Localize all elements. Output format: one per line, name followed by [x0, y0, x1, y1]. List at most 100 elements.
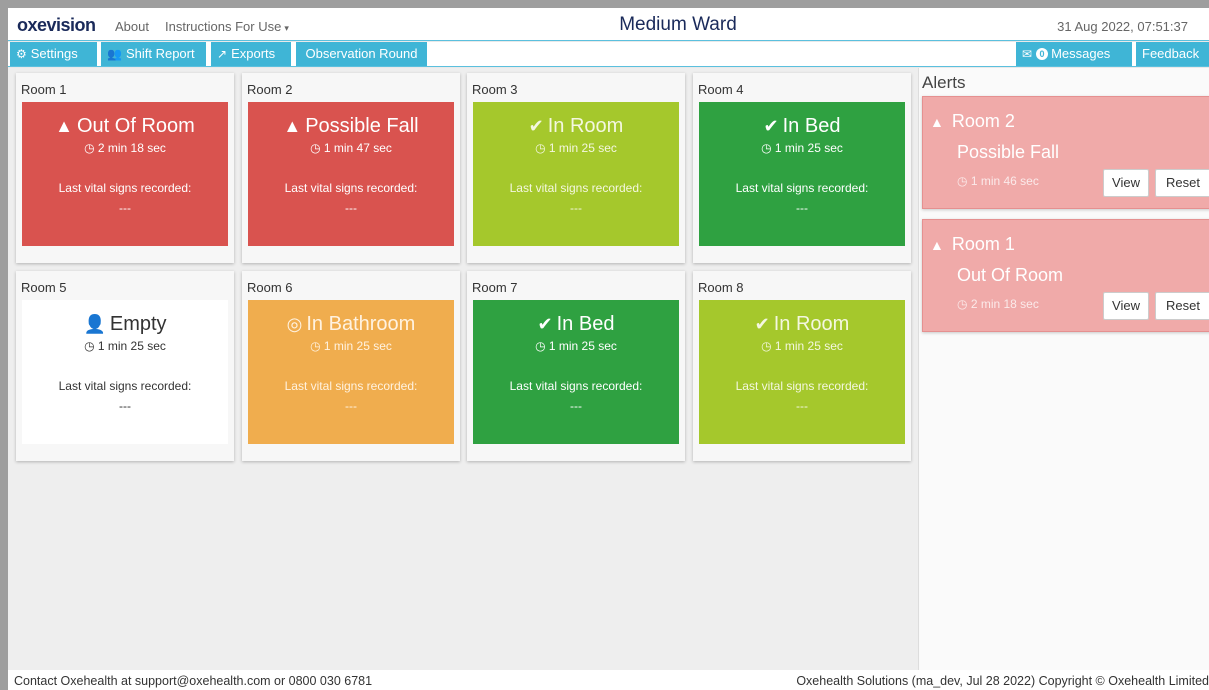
room-status: ◎ In Bathroom [248, 312, 454, 336]
alert-room-label: Room 1 [951, 234, 1015, 254]
room-card[interactable]: Room 4 ✔ In Bed ◷ 1 min 25 sec Last vital… [693, 73, 911, 263]
feedback-label: Feedback [1142, 46, 1200, 61]
check-circle-icon: ✔ [537, 314, 553, 334]
room-duration: ◷ 1 min 25 sec [699, 141, 905, 155]
external-link-icon: ↗ [217, 47, 228, 61]
alert-duration: ◷ 1 min 46 sec [957, 174, 1039, 188]
room-status: ✔ In Room [473, 114, 679, 138]
room-duration-label: 1 min 25 sec [548, 339, 617, 353]
observation-round-button[interactable]: Observation Round [296, 42, 427, 66]
vitals-label: Last vital signs recorded: [735, 379, 869, 393]
room-title: Room 3 [472, 82, 518, 97]
room-duration-label: 2 min 18 sec [97, 141, 166, 155]
room-duration-label: 1 min 25 sec [97, 339, 166, 353]
view-button[interactable]: View [1103, 169, 1149, 197]
room-duration: ◷ 1 min 25 sec [699, 339, 905, 353]
vitals-label: Last vital signs recorded: [509, 379, 643, 393]
alert-duration-label: 1 min 46 sec [970, 174, 1039, 188]
room-duration: ◷ 1 min 25 sec [473, 141, 679, 155]
contact-info: Contact Oxehealth at support@oxehealth.c… [14, 674, 373, 688]
alert-duration-label: 2 min 18 sec [970, 297, 1039, 311]
footer: Contact Oxehealth at support@oxehealth.c… [8, 670, 1209, 690]
room-status-label: In Room [547, 115, 624, 137]
warning-icon: ▲ [930, 114, 944, 130]
room-status-label: In Bed [782, 115, 841, 137]
room-status-label: Out Of Room [77, 115, 195, 137]
user-times-icon: 👤 [83, 314, 106, 334]
warning-icon: ▲ [283, 116, 302, 136]
room-duration: ◷ 1 min 47 sec [248, 141, 454, 155]
oxevision-logo[interactable]: oxevision [17, 15, 96, 36]
clock-icon: ◷ [535, 141, 549, 155]
clock-icon: ◷ [84, 339, 98, 353]
about-link[interactable]: About [115, 19, 149, 34]
room-status-panel: ◎ In Bathroom ◷ 1 min 25 sec Last vital s… [248, 300, 454, 444]
alert-card[interactable]: ▲ Room 1 Out Of Room ◷ 2 min 18 sec View … [922, 219, 1209, 332]
observation-round-label: Observation Round [305, 46, 418, 61]
vitals-label: Last vital signs recorded: [58, 379, 192, 393]
vitals-value: --- [119, 201, 131, 215]
room-status: ✔ In Bed [473, 312, 679, 336]
room-status-label: Empty [109, 313, 167, 335]
header: oxevision About Instructions For Use ▾ Me… [8, 8, 1209, 41]
datetime: 31 Aug 2022, 07:51:37 [1057, 19, 1188, 34]
vitals-value: --- [345, 399, 357, 413]
alert-card[interactable]: ▲ Room 2 Possible Fall ◷ 1 min 46 sec Vie… [922, 96, 1209, 209]
eye-slash-icon: ◎ [286, 314, 303, 334]
room-status-panel: 👤 Empty ◷ 1 min 25 sec Last vital signs r… [22, 300, 228, 444]
room-duration: ◷ 1 min 25 sec [473, 339, 679, 353]
messages-label: Messages [1051, 46, 1111, 61]
vitals-label: Last vital signs recorded: [58, 181, 192, 195]
room-card[interactable]: Room 7 ✔ In Bed ◷ 1 min 25 sec Last vital… [467, 271, 685, 461]
messages-count-badge: 0 [1036, 48, 1049, 60]
room-status-panel: ✔ In Bed ◷ 1 min 25 sec Last vital signs … [699, 102, 905, 246]
room-card[interactable]: Room 1 ▲ Out Of Room ◷ 2 min 18 sec Last … [16, 73, 234, 263]
alert-duration: ◷ 2 min 18 sec [957, 297, 1039, 311]
exports-button[interactable]: ↗ Exports [211, 42, 291, 66]
room-title: Room 5 [21, 280, 67, 295]
shift-report-button[interactable]: 👥 Shift Report [101, 42, 206, 66]
messages-button[interactable]: ✉ 0 Messages [1016, 42, 1132, 66]
exports-label: Exports [231, 46, 276, 61]
room-status-panel: ✔ In Room ◷ 1 min 25 sec Last vital signs… [473, 102, 679, 246]
room-card[interactable]: Room 6 ◎ In Bathroom ◷ 1 min 25 sec Last … [242, 271, 460, 461]
room-title: Room 7 [472, 280, 518, 295]
room-status-panel: ▲ Possible Fall ◷ 1 min 47 sec Last vital… [248, 102, 454, 246]
vitals-value: --- [570, 201, 582, 215]
vitals-value: --- [796, 399, 808, 413]
clock-icon: ◷ [310, 339, 324, 353]
room-card[interactable]: Room 5 👤 Empty ◷ 1 min 25 sec Last vital … [16, 271, 234, 461]
room-card[interactable]: Room 8 ✔ In Room ◷ 1 min 25 sec Last vita… [693, 271, 911, 461]
room-status-label: Possible Fall [305, 115, 419, 137]
reset-button[interactable]: Reset [1155, 292, 1209, 320]
cogs-icon: ⚙ [16, 47, 27, 61]
room-card[interactable]: Room 3 ✔ In Room ◷ 1 min 25 sec Last vita… [467, 73, 685, 263]
vitals-label: Last vital signs recorded: [284, 181, 418, 195]
users-icon: 👥 [107, 47, 122, 61]
settings-button[interactable]: ⚙ Settings [10, 42, 97, 66]
alerts-title: Alerts [922, 73, 966, 92]
instructions-menu[interactable]: Instructions For Use ▾ [165, 19, 289, 34]
room-grid: Room 1 ▲ Out Of Room ◷ 2 min 18 sec Last … [8, 68, 918, 670]
room-card[interactable]: Room 2 ▲ Possible Fall ◷ 1 min 47 sec Las… [242, 73, 460, 263]
check-circle-icon: ✔ [754, 314, 770, 334]
room-status: ✔ In Bed [699, 114, 905, 138]
alert-room-label: Room 2 [951, 111, 1015, 131]
clock-icon: ◷ [535, 339, 549, 353]
caret-down-icon: ▾ [284, 23, 289, 33]
shift-report-label: Shift Report [125, 46, 195, 61]
vitals-value: --- [345, 201, 357, 215]
clock-icon: ◷ [957, 297, 971, 311]
room-duration-label: 1 min 25 sec [323, 339, 392, 353]
view-button[interactable]: View [1103, 292, 1149, 320]
vitals-value: --- [796, 201, 808, 215]
reset-button[interactable]: Reset [1155, 169, 1209, 197]
alert-room: ▲ Room 1 [930, 234, 1015, 255]
alert-room: ▲ Room 2 [930, 111, 1015, 132]
feedback-button[interactable]: Feedback [1136, 42, 1209, 66]
window-frame-top [0, 0, 1209, 8]
clock-icon: ◷ [761, 141, 775, 155]
vitals-value: --- [570, 399, 582, 413]
room-title: Room 6 [247, 280, 293, 295]
room-duration: ◷ 1 min 25 sec [22, 339, 228, 353]
